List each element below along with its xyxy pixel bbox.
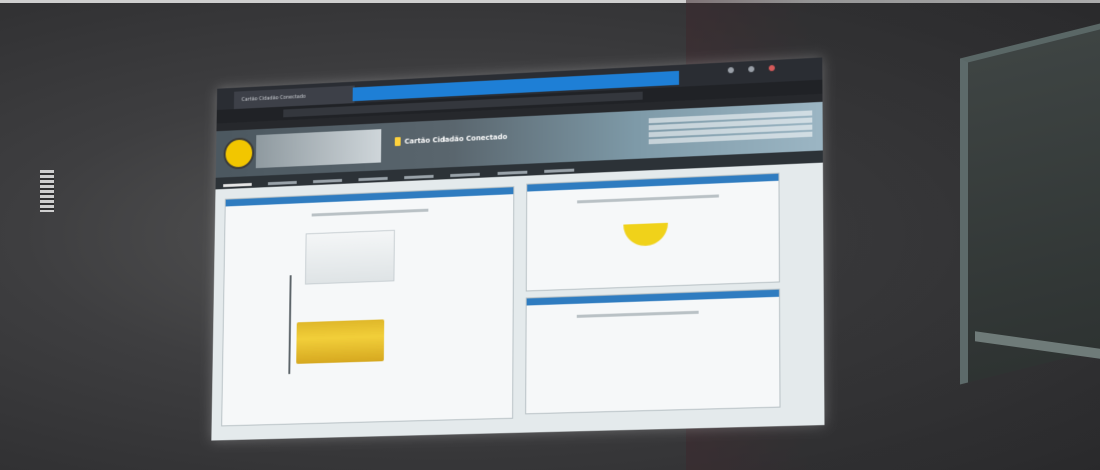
door-frame (960, 21, 1100, 385)
panel-title (576, 310, 699, 318)
chart-axis (288, 275, 292, 375)
dashboard-content (211, 162, 825, 441)
panel-title (311, 208, 429, 217)
dashboard-panel-empty (525, 288, 781, 415)
close-icon[interactable] (768, 64, 775, 72)
panel-title (577, 194, 719, 204)
gauge-half-circle (623, 222, 668, 247)
dashboard-panel-gauge (525, 172, 780, 292)
panel-header (225, 187, 514, 207)
dashboard-panel-bar-chart (221, 186, 515, 427)
app-title: Cartão Cidadão Conectado (404, 132, 508, 146)
card-icon (394, 137, 401, 147)
panel-header (527, 173, 779, 192)
header-stats (648, 108, 813, 148)
monitor-screen: Cartão Cidadão Conectado Cartão Cidadão … (211, 57, 825, 441)
maximize-icon[interactable] (748, 65, 755, 73)
logo-icon (223, 137, 255, 170)
chart-bar-yellow (296, 319, 385, 364)
side-stamp-mark (40, 170, 54, 212)
browser-window: Cartão Cidadão Conectado Cartão Cidadão … (211, 57, 825, 441)
minimize-icon[interactable] (727, 67, 734, 74)
panel-header (526, 289, 779, 306)
browser-tab-title: Cartão Cidadão Conectado (241, 93, 306, 103)
chart-bar-pale (304, 229, 395, 285)
org-banner (255, 129, 382, 169)
